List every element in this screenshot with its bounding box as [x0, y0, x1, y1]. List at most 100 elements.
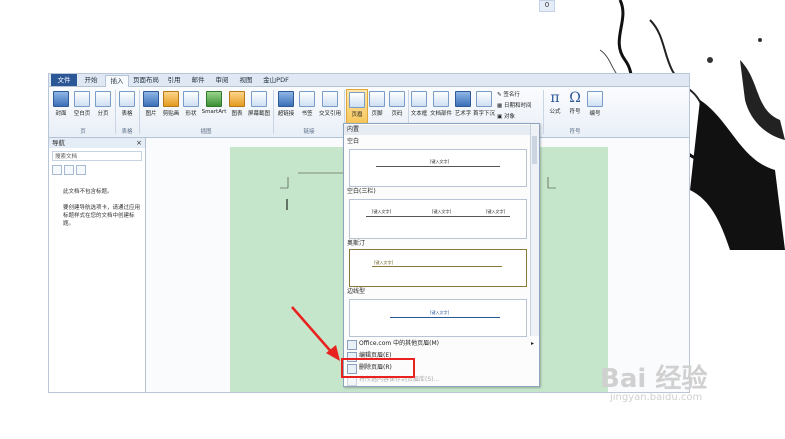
numbering-button[interactable]: 编号 [585, 89, 605, 123]
tab-insert[interactable]: 插入 [105, 75, 129, 87]
smartart-button[interactable]: SmartArt [201, 89, 227, 123]
picture-label: 图片 [145, 111, 157, 117]
numbering-icon [587, 91, 603, 107]
footer-icon [369, 91, 385, 107]
shapes-label: 形状 [185, 111, 197, 117]
signature-icon: ✎ [497, 92, 502, 98]
headings-view-tab[interactable] [52, 165, 62, 175]
quick-parts-icon [433, 91, 449, 107]
footer-button[interactable]: 页脚 [367, 89, 387, 123]
bookmark-icon [299, 91, 315, 107]
cover-page-button[interactable]: 封面 [51, 89, 71, 123]
thumb-rule [390, 317, 500, 318]
wordart-button[interactable]: 艺术字 [453, 89, 473, 123]
baidu-watermark-url: jingyan.baidu.com [610, 392, 703, 403]
tab-review[interactable]: 审阅 [211, 75, 233, 86]
tab-page-layout[interactable]: 页面布局 [131, 75, 161, 86]
cover-page-label: 封面 [55, 111, 67, 117]
table-label: 表格 [121, 111, 133, 117]
text-box-button[interactable]: 文本框 [409, 89, 429, 123]
signature-line-item[interactable]: ✎ 签名行 [497, 90, 520, 98]
object-item[interactable]: ▣ 对象 [497, 112, 515, 120]
wordart-label: 艺术字 [454, 111, 472, 117]
header-button[interactable]: 页眉 [346, 89, 368, 125]
pages-view-tab[interactable] [64, 165, 74, 175]
group-label-tables: 表格 [121, 129, 133, 135]
smartart-label: SmartArt [201, 109, 227, 115]
chart-label: 图表 [231, 111, 243, 117]
gallery-scrollbar[interactable] [530, 124, 539, 336]
smartart-icon [206, 91, 222, 107]
create-headings-hint: 要创建导航选项卡，请通过应用标题样式在您的文档中创建标题。 [63, 205, 141, 227]
section-blank: 空白 [347, 138, 360, 145]
header-thumb-austin[interactable]: [键入文字] [349, 249, 527, 287]
calendar-icon: ▦ [497, 103, 503, 109]
red-annotation-arrow [291, 306, 340, 361]
equation-button[interactable]: π 公式 [545, 89, 565, 123]
thumb-placeholder-left: [键入文字] [372, 209, 392, 214]
header-thumb-blank[interactable]: [键入文字] [349, 149, 527, 187]
drop-cap-label: 首字下沉 [473, 111, 496, 117]
scrollbar-thumb[interactable] [532, 136, 537, 164]
shapes-icon [183, 91, 199, 107]
page-number-button[interactable]: 页码 [387, 89, 407, 123]
screenshot-label: 屏幕截图 [247, 111, 270, 117]
header-thumb-three-col[interactable]: [键入文字] [键入文字] [键入文字] [349, 199, 527, 239]
page-number-label: 页码 [391, 111, 403, 117]
quick-parts-button[interactable]: 文档部件 [429, 89, 453, 123]
search-input[interactable]: 搜索文档 [52, 151, 142, 161]
omega-icon: Ω [569, 90, 581, 106]
more-headers-office-item[interactable]: Office.com 中的其他页眉(M) ▸ [344, 338, 538, 350]
section-austin: 奥斯汀 [347, 240, 366, 247]
table-button[interactable]: 表格 [117, 89, 137, 123]
thumb-placeholder-right: [键入文字] [486, 209, 506, 214]
clip-art-label: 剪贴画 [162, 111, 180, 117]
blank-page-button[interactable]: 空白页 [72, 89, 92, 123]
tab-file[interactable]: 文件 [51, 74, 77, 86]
results-view-tab[interactable] [76, 165, 86, 175]
screenshot-icon [251, 91, 267, 107]
page-break-label: 分页 [97, 111, 109, 117]
date-time-label: 日期和时间 [503, 103, 532, 109]
object-icon: ▣ [497, 114, 503, 120]
clip-art-button[interactable]: 剪贴画 [161, 89, 181, 123]
signature-line-label: 签名行 [503, 92, 520, 98]
thumb-rule [376, 166, 500, 167]
shapes-button[interactable]: 形状 [181, 89, 201, 123]
quick-parts-label: 文档部件 [429, 111, 452, 117]
cross-reference-icon [322, 91, 338, 107]
page-number-badge: 0 [539, 0, 555, 12]
group-label-symbols: 符号 [569, 129, 581, 135]
numbering-label: 编号 [589, 111, 601, 117]
equation-label: 公式 [549, 109, 561, 115]
header-gallery-dropdown: 内置 空白 [键入文字] 空白(三栏) [键入文字] [键入文字] [键入文字]… [343, 123, 540, 387]
group-separator [543, 90, 544, 134]
baidu-watermark: Bai 经验 [600, 364, 708, 394]
picture-button[interactable]: 图片 [141, 89, 161, 123]
hyperlink-button[interactable]: 超链接 [275, 89, 297, 123]
thumb-rule [372, 266, 502, 267]
nav-title: 导航 [52, 139, 65, 147]
symbol-button[interactable]: Ω 符号 [565, 89, 585, 123]
drop-cap-button[interactable]: 首字下沉 [473, 89, 495, 123]
tab-references[interactable]: 引用 [163, 75, 185, 86]
tab-pdf[interactable]: 金山PDF [259, 75, 293, 86]
chart-button[interactable]: 图表 [227, 89, 247, 123]
cross-reference-button[interactable]: 交叉引用 [317, 89, 343, 123]
screenshot-button[interactable]: 屏幕截图 [247, 89, 271, 123]
header-thumb-sideline[interactable]: [键入文字] [349, 299, 527, 337]
bookmark-button[interactable]: 书签 [297, 89, 317, 123]
table-icon [119, 91, 135, 107]
pi-icon: π [550, 90, 560, 106]
date-time-item[interactable]: ▦ 日期和时间 [497, 101, 531, 109]
symbol-label: 符号 [569, 109, 581, 115]
page-break-button[interactable]: 分页 [93, 89, 113, 123]
group-label-links: 链接 [303, 129, 315, 135]
tab-mailings[interactable]: 邮件 [187, 75, 209, 86]
globe-icon [278, 91, 294, 107]
tab-view[interactable]: 视图 [235, 75, 257, 86]
tab-home[interactable]: 开始 [79, 75, 103, 86]
thumb-rule [366, 216, 510, 217]
close-icon[interactable]: × [136, 138, 142, 148]
page-break-icon [95, 91, 111, 107]
